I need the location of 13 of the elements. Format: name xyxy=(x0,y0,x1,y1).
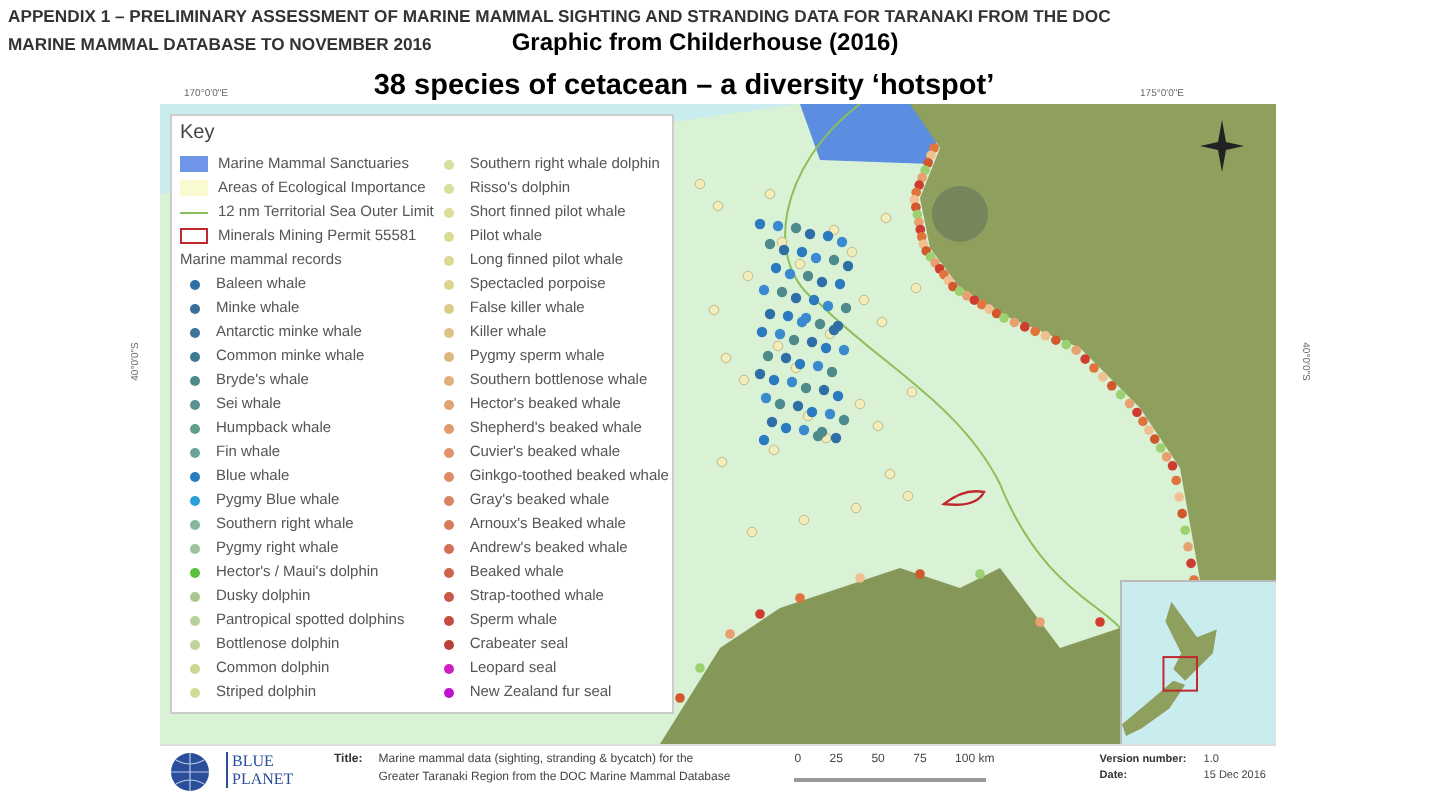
compass-icon xyxy=(1200,120,1244,172)
appendix-title: MARINE MAMMAL DATABASE TO NOVEMBER 2016 xyxy=(8,32,432,56)
limit-line-swatch xyxy=(180,211,208,213)
ecological-area-swatch xyxy=(180,180,208,196)
logo-text: BLUE xyxy=(232,752,276,770)
globe-icon xyxy=(170,752,210,792)
graphic-credit: Graphic from Childerhouse (2016) xyxy=(511,28,899,56)
permit-outline-swatch xyxy=(180,228,208,244)
sanctuary-swatch xyxy=(180,156,208,172)
slide-heading: 38 species of cetacean – a diversity ‘hotspot’ xyxy=(371,68,997,104)
appendix-title: APPENDIX 1 – PRELIMINARY ASSESSMENT OF MARINE MAMMAL SIGHTING AND STRANDING DATA FOR TARANAKI FROM THE DOC xyxy=(8,4,1113,28)
logo-text: PLANET xyxy=(232,770,296,788)
legend-title: Key xyxy=(180,122,217,146)
